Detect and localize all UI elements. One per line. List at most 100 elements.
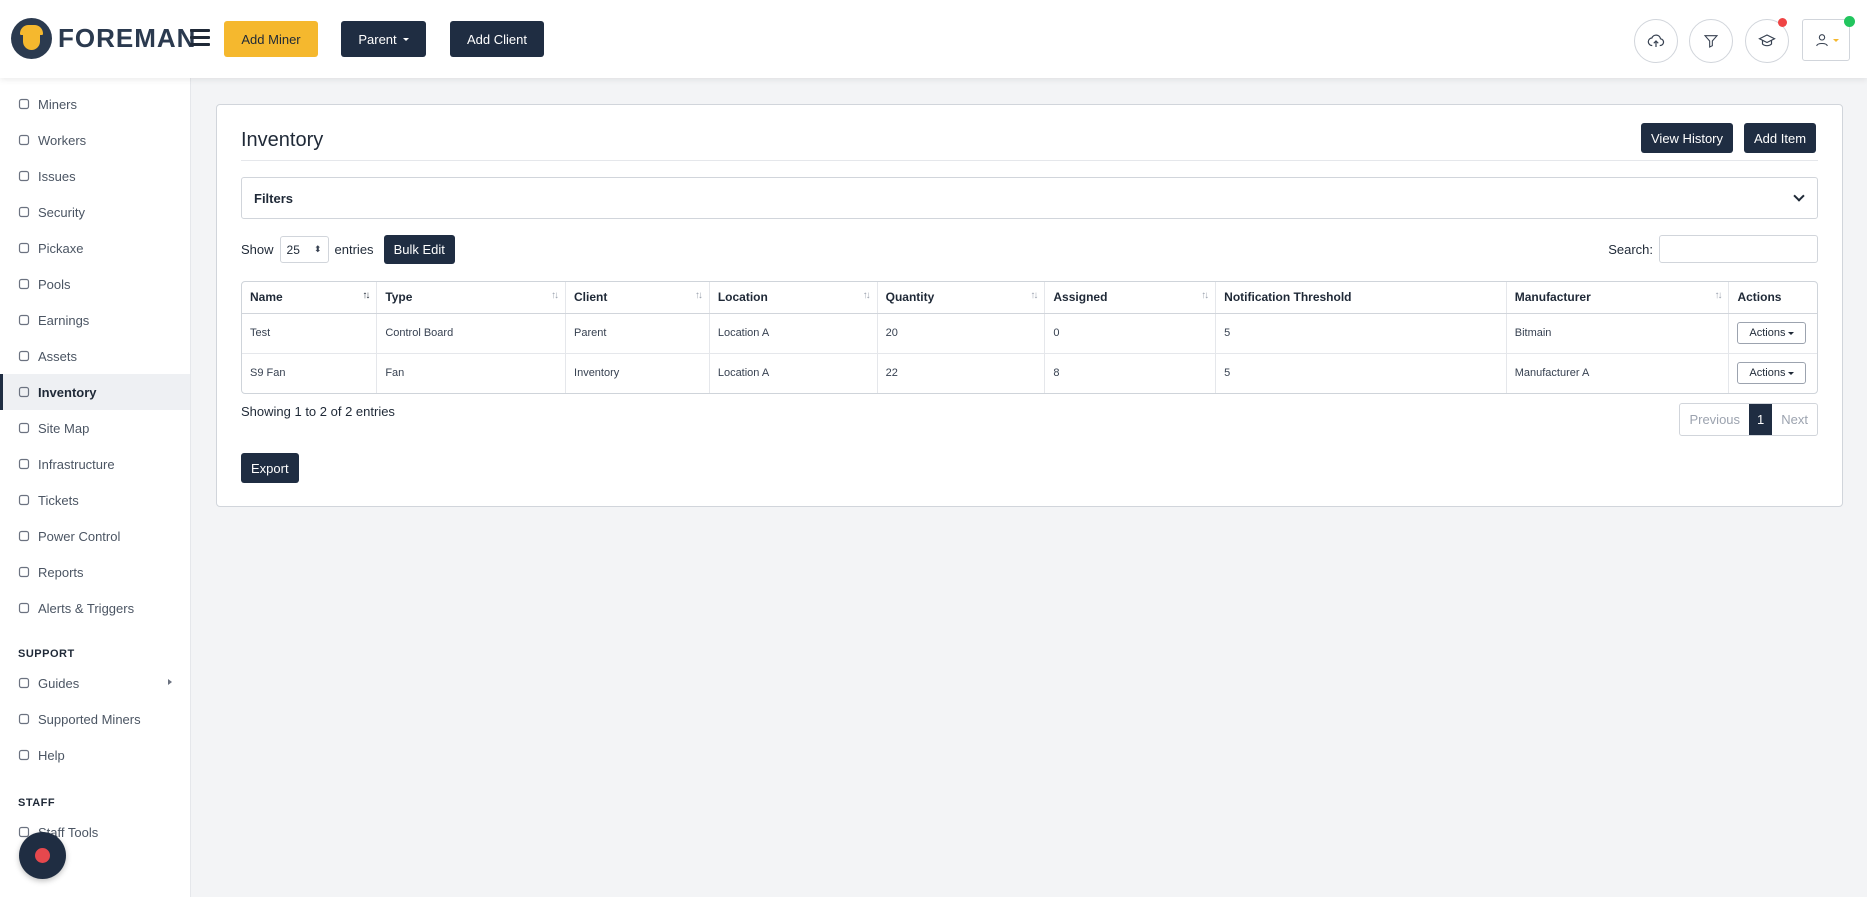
table-cell: 0 [1044,313,1217,354]
column-header-assigned[interactable]: Assigned ↑↓ [1044,282,1217,314]
sort-arrows-icon: ↑↓ [362,290,370,301]
inventory-table: Name ↑↓ Type ↑↓ Client ↑↓ Location ↑↓ Quantity ↑↓… [241,281,1818,394]
table-cell: Fan [376,353,567,393]
record-button[interactable] [19,832,66,879]
hardhat-icon [18,134,30,146]
sidebar-item-miners[interactable]: Miners [0,86,190,122]
column-header-type[interactable]: Type ↑↓ [376,282,567,314]
column-header-label: Name [250,290,283,305]
sidebar-item-inventory[interactable]: Inventory [0,374,190,410]
search-label: Search: [1608,241,1653,257]
list-icon [18,713,30,725]
sidebar-item-label: Issues [38,168,76,184]
pagination: Previous 1 Next [1679,403,1818,436]
funnel-icon [1703,35,1719,48]
map-icon [18,422,30,434]
sidebar-item-pools[interactable]: Pools [0,266,190,302]
warning-icon [18,170,30,182]
next-page-button[interactable]: Next [1772,404,1817,435]
column-header-actions: Actions [1728,282,1817,314]
add-item-button[interactable]: Add Item [1744,123,1817,153]
sidebar-item-workers[interactable]: Workers [0,122,190,158]
parent-dropdown-button[interactable]: Parent [341,21,426,57]
sidebar: Miners Workers Issues Security Pickaxe Pools E… [0,78,191,897]
layers-icon [18,458,30,470]
table-cell: Inventory [565,353,710,393]
column-header-client[interactable]: Client ↑↓ [565,282,710,314]
sidebar-item-issues[interactable]: Issues [0,158,190,194]
table-cell: Location A [709,353,878,393]
hamburger-menu-icon[interactable] [190,29,210,46]
add-miner-button[interactable]: Add Miner [224,21,318,57]
table-cell: Bitmain [1506,313,1730,354]
column-header-notification-threshold[interactable]: Notification Threshold [1215,282,1507,314]
pool-icon [18,278,30,290]
sidebar-item-label: Inventory [38,384,97,400]
export-button[interactable]: Export [241,453,299,483]
sidebar-item-supported-miners[interactable]: Supported Miners [0,701,190,737]
report-icon [18,566,30,578]
sidebar-item-help[interactable]: Help [0,737,190,773]
table-cell: 5 [1215,313,1507,354]
graduation-cap-icon [1758,34,1776,47]
sidebar-item-label: Guides [38,675,80,691]
pickaxe-icon [18,242,30,254]
page-size-control: Show 25 entries Bulk Edit [241,235,455,264]
sidebar-item-label: Power Control [38,528,121,544]
sidebar-item-label: Workers [38,132,87,148]
chevron-down-icon [1793,190,1805,202]
table-cell: 8 [1044,353,1217,393]
row-actions-button[interactable]: Actions [1737,322,1807,344]
column-header-quantity[interactable]: Quantity ↑↓ [877,282,1046,314]
filters-panel-toggle[interactable]: Filters [241,177,1818,219]
column-header-name[interactable]: Name ↑↓ [242,282,378,314]
previous-page-button[interactable]: Previous [1680,404,1749,435]
sidebar-item-security[interactable]: Security [0,194,190,230]
sidebar-item-power-control[interactable]: Power Control [0,518,190,554]
sidebar-item-pickaxe[interactable]: Pickaxe [0,230,190,266]
sidebar-item-tickets[interactable]: Tickets [0,482,190,518]
sidebar-item-guides[interactable]: Guides [0,665,190,701]
sidebar-item-site-map[interactable]: Site Map [0,410,190,446]
column-header-label: Notification Threshold [1224,290,1352,305]
user-icon [1815,34,1828,47]
column-header-location[interactable]: Location ↑↓ [709,282,878,314]
sidebar-item-alerts-triggers[interactable]: Alerts & Triggers [0,590,190,626]
user-menu-button[interactable] [1802,19,1850,61]
sort-arrows-icon: ↑↓ [551,290,559,301]
upload-cloud-button[interactable] [1634,19,1678,63]
showing-entries-text: Showing 1 to 2 of 2 entries [241,404,395,419]
cloud-upload-icon [1647,34,1665,47]
add-client-button[interactable]: Add Client [450,21,544,57]
sidebar-item-label: Help [38,747,65,763]
sidebar-item-infrastructure[interactable]: Infrastructure [0,446,190,482]
sidebar-item-label: Infrastructure [38,456,115,472]
column-header-label: Quantity [885,290,935,305]
filter-button[interactable] [1689,19,1733,63]
bulk-edit-button[interactable]: Bulk Edit [383,235,455,264]
actions-cell: Actions [1728,313,1817,354]
actions-label: Actions [1749,367,1786,380]
foreman-logo[interactable]: FOREMAN [11,18,196,59]
column-header-label: Actions [1737,290,1782,305]
row-actions-button[interactable]: Actions [1737,362,1807,385]
record-icon [35,848,50,863]
sidebar-item-earnings[interactable]: Earnings [0,302,190,338]
filters-label: Filters [254,190,294,206]
page-size-select[interactable]: 25 [279,236,329,263]
sidebar-item-assets[interactable]: Assets [0,338,190,374]
search-input[interactable] [1659,235,1818,263]
sidebar-item-label: Earnings [38,312,90,328]
earnings-icon [18,314,30,326]
actions-label: Actions [1749,327,1786,339]
table-cell: 5 [1215,353,1507,393]
inventory-icon [18,386,30,398]
view-history-button[interactable]: View History [1641,123,1734,153]
column-header-manufacturer[interactable]: Manufacturer ↑↓ [1506,282,1730,314]
table-cell: Test [242,313,378,354]
show-label: Show [241,242,274,257]
sidebar-item-reports[interactable]: Reports [0,554,190,590]
current-page-button[interactable]: 1 [1749,404,1773,435]
sidebar-item-label: Assets [38,348,78,364]
caret-down-icon [1788,371,1795,375]
